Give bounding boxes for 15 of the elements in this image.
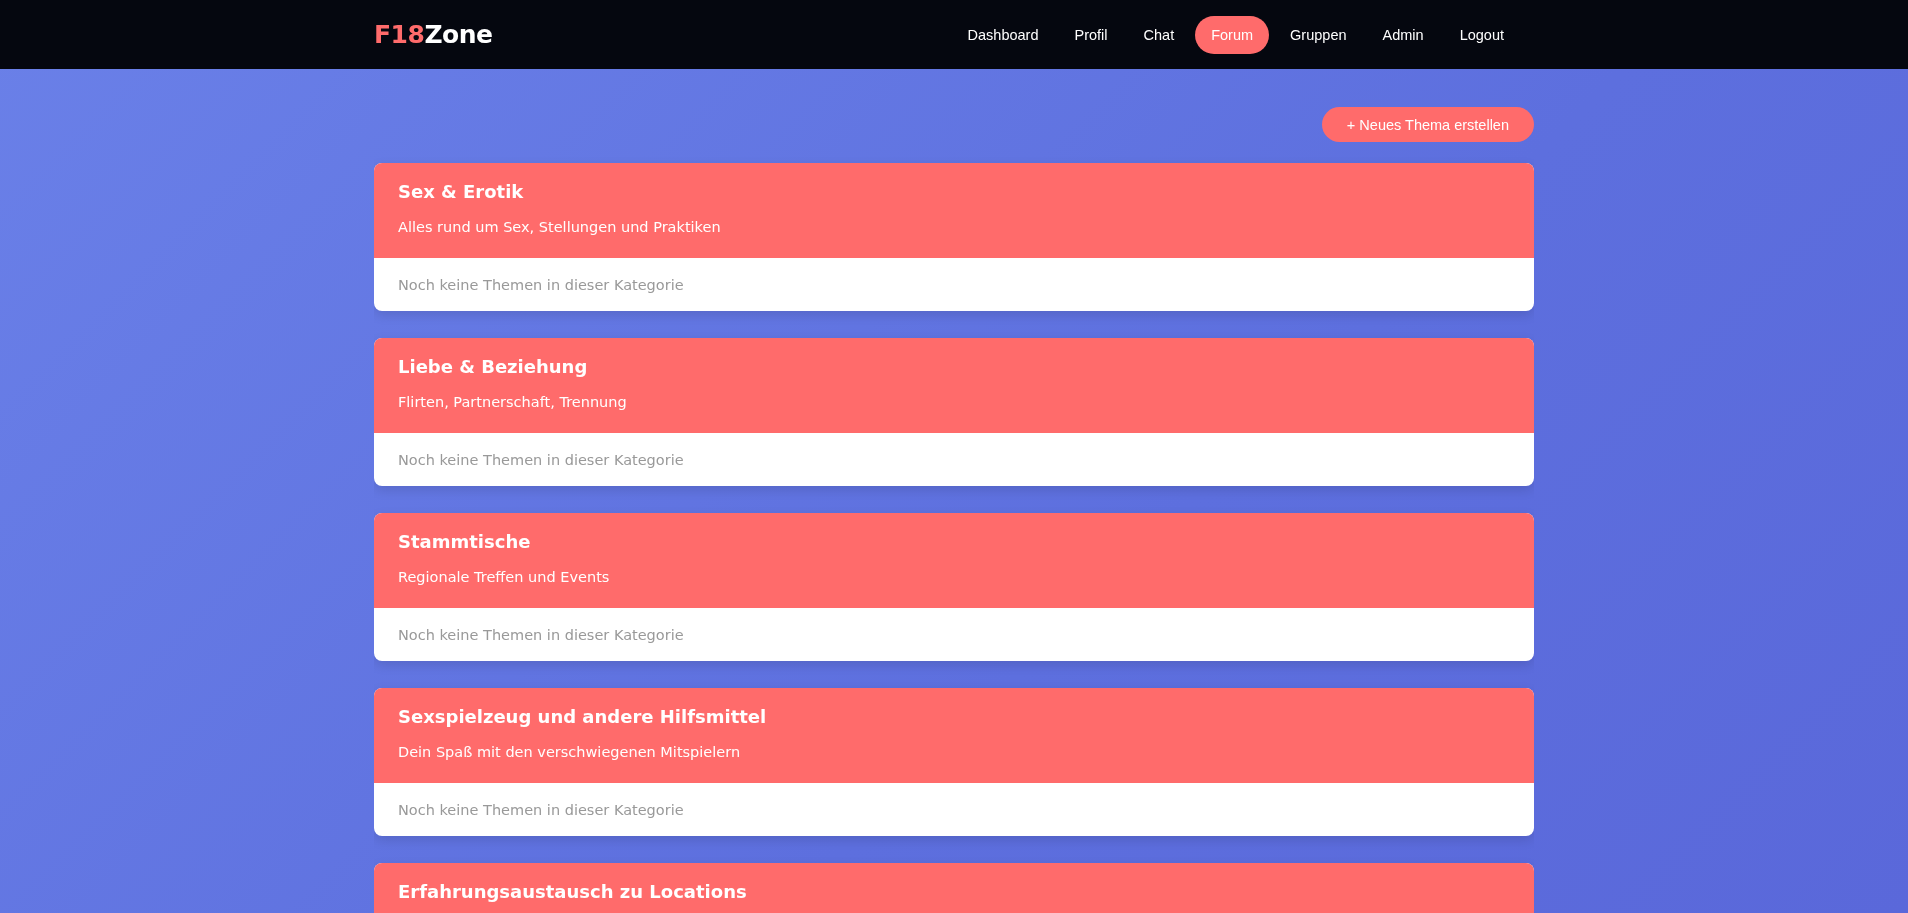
empty-message: Noch keine Themen in dieser Kategorie bbox=[398, 626, 684, 643]
logo[interactable]: F18Zone bbox=[374, 20, 493, 49]
nav-link[interactable]: Profil bbox=[1059, 16, 1123, 53]
nav-link[interactable]: Dashboard bbox=[952, 16, 1054, 53]
nav-link[interactable]: Admin bbox=[1367, 16, 1439, 53]
empty-message: Noch keine Themen in dieser Kategorie bbox=[398, 451, 684, 468]
empty-message: Noch keine Themen in dieser Kategorie bbox=[398, 276, 684, 293]
empty-message: Noch keine Themen in dieser Kategorie bbox=[398, 801, 684, 818]
category-description: Alles rund um Sex, Stellungen und Praktiken bbox=[398, 218, 722, 237]
nav-link[interactable]: Gruppen bbox=[1275, 16, 1362, 53]
nav-link[interactable]: Logout bbox=[1444, 16, 1519, 53]
category-description: Dein Spaß mit den verschwiegenen Mitspielern bbox=[398, 743, 742, 762]
category-description: Flirten, Partnerschaft, Trennung bbox=[398, 393, 628, 412]
nav-link[interactable]: Chat bbox=[1128, 16, 1190, 53]
category-description: Regionale Treffen und Events bbox=[398, 568, 611, 587]
